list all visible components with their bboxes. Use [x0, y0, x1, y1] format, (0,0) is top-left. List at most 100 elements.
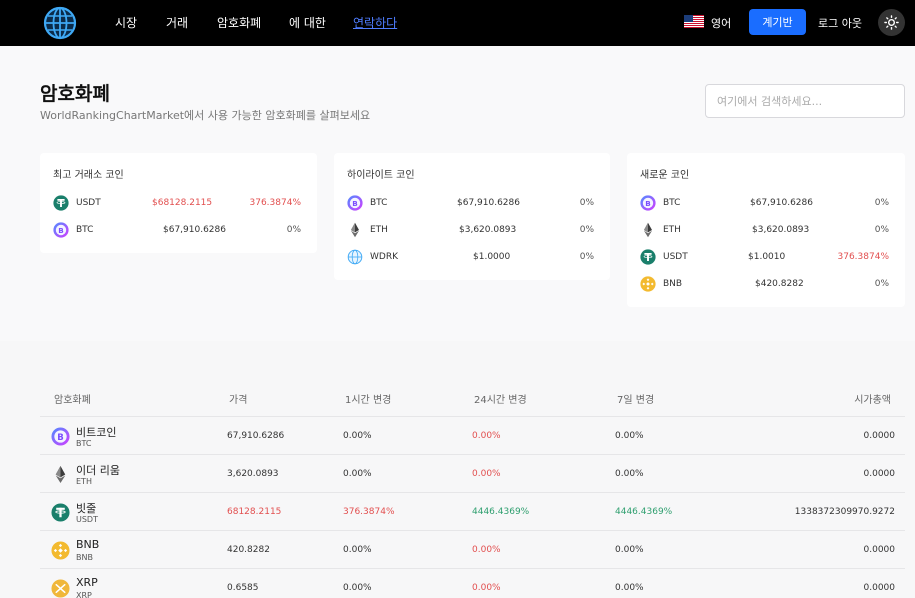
- coin-price: $3,620.0893: [752, 225, 810, 235]
- market-cap: 1338372309970.9272: [794, 507, 895, 517]
- coin-row[interactable]: WDRK $1.0000 0%: [347, 248, 594, 266]
- coin-change: 376.3874%: [249, 198, 302, 208]
- change-1h: 0.00%: [343, 431, 372, 441]
- change-7d: 0.00%: [615, 545, 644, 555]
- coin-symbol: USDT: [76, 515, 98, 524]
- nav-trade[interactable]: 거래: [166, 14, 188, 31]
- market-cap: 0.0000: [863, 431, 896, 441]
- coin-row[interactable]: BNB $420.8282 0%: [640, 275, 889, 293]
- col-header-crypto[interactable]: 암호화폐: [54, 391, 91, 406]
- globe-logo-icon[interactable]: [43, 6, 77, 40]
- page-title: 암호화폐: [40, 83, 110, 105]
- nav-about[interactable]: 에 대한: [289, 14, 326, 31]
- change-1h: 0.00%: [343, 469, 372, 479]
- table-row[interactable]: 이더 리움 ETH 3,620.0893 0.00% 0.00% 0.00% 0.0000: [40, 454, 905, 492]
- change-24h: 0.00%: [472, 583, 501, 593]
- xrp-icon: [51, 579, 70, 598]
- page-subtitle: WorldRankingChartMarket에서 사용 가능한 암호화폐를 살…: [40, 109, 371, 122]
- coin-symbol: BNB: [663, 279, 683, 289]
- col-header-1h[interactable]: 1시간 변경: [345, 391, 391, 406]
- coin-change: 0%: [579, 252, 594, 262]
- coin-price: 0.6585: [227, 583, 259, 593]
- usdt-icon: [53, 195, 69, 211]
- logout-button[interactable]: 로그 아웃: [818, 15, 862, 31]
- coin-symbol: BTC: [663, 198, 681, 208]
- change-7d: 0.00%: [615, 583, 644, 593]
- change-24h: 4446.4369%: [472, 507, 530, 517]
- coin-price: $67,910.6286: [750, 198, 813, 208]
- coin-price: $67,910.6286: [163, 225, 226, 235]
- btc-icon: B: [53, 222, 69, 238]
- market-cap: 0.0000: [863, 545, 896, 555]
- coin-price: 67,910.6286: [227, 431, 285, 441]
- btc-icon: B: [347, 195, 363, 211]
- change-7d: 0.00%: [615, 469, 644, 479]
- coin-change: 0%: [579, 225, 594, 235]
- language-label[interactable]: 영어: [711, 15, 731, 31]
- nav-market[interactable]: 시장: [115, 14, 137, 31]
- market-cap: 0.0000: [863, 469, 896, 479]
- bnb-icon: [51, 541, 70, 560]
- highlight-coins-card: 하이라이트 코인 B BTC $67,910.6286 0% ETH $3,62…: [334, 153, 610, 280]
- dashboard-button[interactable]: 계기반: [749, 9, 806, 35]
- coin-price: 3,620.0893: [227, 469, 279, 479]
- btc-icon: B: [640, 195, 656, 211]
- svg-text:B: B: [352, 199, 357, 208]
- col-header-marketcap[interactable]: 시가총액: [854, 391, 891, 406]
- coin-price: 68128.2115: [227, 507, 282, 517]
- col-header-price[interactable]: 가격: [229, 391, 247, 406]
- coin-change: 0%: [286, 225, 301, 235]
- coin-price: $67,910.6286: [457, 198, 520, 208]
- coin-symbol: USDT: [76, 198, 101, 208]
- coin-change: 0%: [874, 279, 889, 289]
- coin-name: 이더 리움: [76, 464, 120, 477]
- nav-crypto[interactable]: 암호화폐: [217, 14, 261, 31]
- table-row[interactable]: BNB BNB 420.8282 0.00% 0.00% 0.00% 0.0000: [40, 530, 905, 568]
- coin-symbol: USDT: [663, 252, 688, 262]
- coin-name: XRP: [76, 576, 98, 589]
- change-1h: 376.3874%: [343, 507, 395, 517]
- coin-change: 0%: [874, 225, 889, 235]
- eth-icon: [51, 465, 70, 484]
- coin-price: 420.8282: [227, 545, 270, 555]
- col-header-7d[interactable]: 7일 변경: [617, 391, 654, 406]
- card-title: 하이라이트 코인: [347, 170, 415, 181]
- coin-symbol: ETH: [76, 477, 92, 486]
- us-flag-icon[interactable]: [684, 15, 704, 28]
- coin-row[interactable]: ETH $3,620.0893 0%: [640, 221, 889, 239]
- btc-icon: B: [51, 427, 70, 446]
- change-24h: 0.00%: [472, 545, 501, 555]
- card-title: 최고 거래소 코인: [53, 170, 124, 181]
- coin-row[interactable]: B BTC $67,910.6286 0%: [53, 221, 301, 239]
- nav-contact[interactable]: 연락하다: [353, 14, 397, 31]
- change-7d: 0.00%: [615, 431, 644, 441]
- top-exchange-coins-card: 최고 거래소 코인 USDT $68128.2115 376.3874% B B…: [40, 153, 317, 253]
- wdrk-icon: [347, 249, 363, 265]
- coin-price: $1.0010: [748, 252, 786, 262]
- coin-row[interactable]: USDT $68128.2115 376.3874%: [53, 194, 301, 212]
- coin-row[interactable]: B BTC $67,910.6286 0%: [640, 194, 889, 212]
- svg-text:B: B: [57, 433, 64, 443]
- search-input[interactable]: [705, 84, 905, 118]
- change-1h: 0.00%: [343, 545, 372, 555]
- coin-symbol: BTC: [370, 198, 388, 208]
- coin-row[interactable]: ETH $3,620.0893 0%: [347, 221, 594, 239]
- coin-symbol: ETH: [370, 225, 388, 235]
- coin-price: $420.8282: [755, 279, 804, 289]
- coin-change: 0%: [874, 198, 889, 208]
- change-1h: 0.00%: [343, 583, 372, 593]
- coin-row[interactable]: B BTC $67,910.6286 0%: [347, 194, 594, 212]
- eth-icon: [347, 222, 363, 238]
- table-row[interactable]: B 비트코인 BTC 67,910.6286 0.00% 0.00% 0.00% 0.0000: [40, 416, 905, 454]
- coin-name: BNB: [76, 538, 100, 551]
- usdt-icon: [640, 249, 656, 265]
- coin-name: 빗줄: [76, 502, 97, 515]
- theme-toggle-button[interactable]: [878, 9, 905, 36]
- table-row[interactable]: 빗줄 USDT 68128.2115 376.3874% 4446.4369% 4446.…: [40, 492, 905, 530]
- col-header-24h[interactable]: 24시간 변경: [474, 391, 527, 406]
- coin-row[interactable]: USDT $1.0010 376.3874%: [640, 248, 889, 266]
- coin-price: $3,620.0893: [459, 225, 517, 235]
- eth-icon: [640, 222, 656, 238]
- table-row[interactable]: XRP XRP 0.6585 0.00% 0.00% 0.00% 0.0000: [40, 568, 905, 598]
- bnb-icon: [640, 276, 656, 292]
